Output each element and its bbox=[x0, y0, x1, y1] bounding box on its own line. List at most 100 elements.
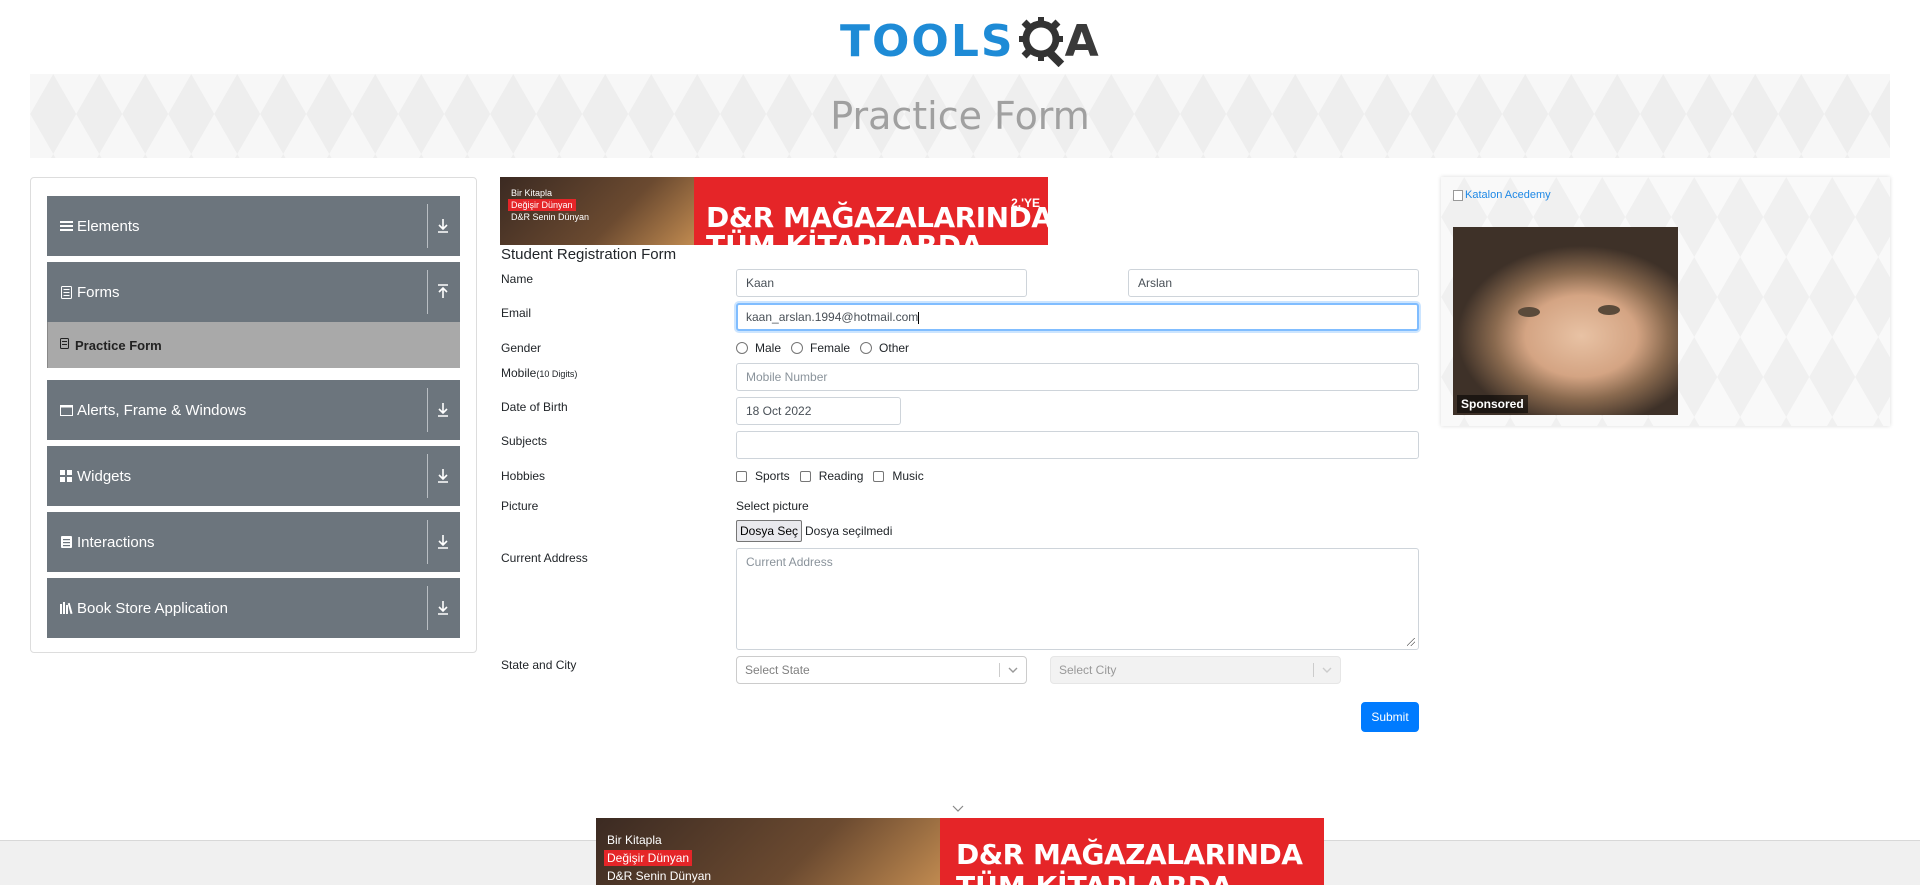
current-address-textarea[interactable]: Current Address bbox=[736, 548, 1419, 650]
email-value: kaan_arslan.1994@hotmail.com bbox=[746, 310, 919, 324]
radio-button[interactable] bbox=[791, 342, 804, 354]
radio-label: Female bbox=[810, 341, 851, 355]
portrait-eye bbox=[1598, 305, 1620, 315]
hobby-sports-option[interactable]: Sports bbox=[736, 469, 790, 483]
katalon-link-text: Katalon Acedemy bbox=[1465, 189, 1551, 201]
broken-image-icon bbox=[1453, 189, 1463, 201]
katalon-academy-link[interactable]: Katalon Acedemy bbox=[1453, 189, 1551, 201]
state-select[interactable]: Select State bbox=[736, 656, 1027, 684]
divider bbox=[427, 454, 428, 498]
hobby-music-option[interactable]: Music bbox=[873, 469, 924, 483]
hobby-reading-option[interactable]: Reading bbox=[799, 469, 864, 483]
logo-text-tools: TOOLS bbox=[840, 15, 1015, 67]
picture-label: Picture bbox=[501, 499, 539, 513]
email-label: Email bbox=[501, 306, 532, 320]
ad-headline-panel: D&R MAĞAZALARINDA TÜM KİTAPLARDA 2.'YE bbox=[694, 177, 1048, 245]
email-input[interactable]: kaan_arslan.1994@hotmail.com bbox=[736, 303, 1419, 331]
mobile-input[interactable]: Mobile Number bbox=[736, 363, 1419, 391]
grid-icon bbox=[59, 469, 73, 483]
resize-handle-icon[interactable] bbox=[1407, 638, 1415, 646]
radio-button[interactable] bbox=[736, 342, 748, 354]
ad-headline: D&R MAĞAZALARINDA bbox=[956, 838, 1303, 871]
gender-female-option[interactable]: Female bbox=[791, 341, 850, 355]
ad-badge: 2.'YE bbox=[1011, 196, 1040, 210]
sidebar-group-label: Interactions bbox=[77, 533, 155, 551]
right-sponsored-card: Katalon Acedemy Sponsored bbox=[1441, 177, 1890, 426]
name-label: Name bbox=[501, 272, 534, 286]
portrait-eye bbox=[1518, 307, 1540, 317]
sidebar-group-label: Elements bbox=[77, 217, 140, 235]
list-icon bbox=[59, 535, 73, 549]
window-icon bbox=[59, 403, 73, 417]
chevron-down-icon bbox=[1322, 667, 1332, 673]
chevron-down-icon[interactable] bbox=[952, 805, 964, 813]
sidebar-group-widgets[interactable]: Widgets bbox=[47, 446, 460, 506]
hobbies-checkbox-group: Sports Reading Music bbox=[736, 469, 934, 483]
bottom-ad-banner[interactable]: Bir Kitapla Değişir Dünyan D&R Senin Dün… bbox=[596, 818, 1324, 885]
textarea-placeholder: Current Address bbox=[746, 555, 833, 569]
sidebar-group-label: Widgets bbox=[77, 467, 132, 485]
sidebar-group-alerts-frame-windows[interactable]: Alerts, Frame & Windows bbox=[47, 380, 460, 440]
sidebar-group-label: Forms bbox=[77, 283, 120, 301]
hamburger-icon bbox=[59, 219, 73, 233]
expand-arrow-icon[interactable] bbox=[434, 216, 452, 236]
ad-tag: Bir Kitapla bbox=[607, 833, 662, 847]
subjects-input[interactable] bbox=[736, 431, 1419, 459]
logo-text-a: A bbox=[1064, 15, 1099, 67]
ad-tag: Değişir Dünyan bbox=[604, 850, 693, 866]
sidebar-group-elements[interactable]: Elements bbox=[47, 196, 460, 256]
city-placeholder: Select City bbox=[1059, 663, 1117, 677]
sidebar-group-forms[interactable]: Forms bbox=[47, 262, 460, 322]
divider bbox=[427, 586, 428, 630]
ad-image-reader: Bir Kitapla Değişir Dünyan D&R Senin Dün… bbox=[500, 177, 694, 245]
last-name-input[interactable]: Arslan bbox=[1128, 269, 1419, 297]
current-address-label: Current Address bbox=[501, 551, 588, 565]
submit-button[interactable]: Submit bbox=[1361, 702, 1419, 732]
select-divider bbox=[999, 663, 1000, 677]
sidebar-group-label: Book Store Application bbox=[77, 599, 228, 617]
sidebar-item-practice-form[interactable]: Practice Form bbox=[47, 322, 460, 368]
divider bbox=[427, 388, 428, 432]
checkbox-label: Sports bbox=[755, 469, 790, 483]
sidebar-group-interactions[interactable]: Interactions bbox=[47, 512, 460, 572]
divider bbox=[427, 520, 428, 564]
state-city-label: State and City bbox=[501, 658, 577, 672]
gear-magnifier-icon bbox=[1018, 17, 1064, 67]
checkbox[interactable] bbox=[736, 470, 747, 482]
mobile-label: Mobile(10 Digits) bbox=[501, 366, 577, 380]
expand-arrow-icon[interactable] bbox=[434, 598, 452, 618]
toolsqa-logo[interactable]: TOOLS A bbox=[840, 12, 1099, 70]
dob-label: Date of Birth bbox=[501, 400, 568, 414]
gender-male-option[interactable]: Male bbox=[736, 341, 781, 355]
top-ad-banner[interactable]: Bir Kitapla Değişir Dünyan D&R Senin Dün… bbox=[500, 177, 1048, 245]
sidebar-group-book-store[interactable]: Book Store Application bbox=[47, 578, 460, 638]
first-name-input[interactable]: Kaan bbox=[736, 269, 1027, 297]
document-icon bbox=[59, 285, 73, 299]
expand-arrow-icon[interactable] bbox=[434, 400, 452, 420]
radio-button[interactable] bbox=[860, 342, 873, 354]
radio-label: Other bbox=[879, 341, 910, 355]
gender-label: Gender bbox=[501, 341, 542, 355]
gender-radio-group: Male Female Other bbox=[736, 341, 919, 355]
gender-other-option[interactable]: Other bbox=[860, 341, 909, 355]
city-select[interactable]: Select City bbox=[1050, 656, 1341, 684]
expand-arrow-icon[interactable] bbox=[434, 466, 452, 486]
sidebar-group-label: Alerts, Frame & Windows bbox=[77, 401, 247, 419]
document-icon bbox=[60, 338, 69, 352]
expand-arrow-icon[interactable] bbox=[434, 532, 452, 552]
ad-tag: Değişir Dünyan bbox=[508, 199, 576, 211]
checkbox[interactable] bbox=[873, 470, 885, 482]
ad-headline-panel: D&R MAĞAZALARINDA TÜM KİTAPLARDA bbox=[940, 818, 1324, 885]
date-of-birth-input[interactable]: 18 Oct 2022 bbox=[736, 397, 901, 425]
checkbox-label: Music bbox=[892, 469, 924, 483]
page-title-banner: Practice Form bbox=[30, 74, 1890, 158]
books-icon bbox=[59, 601, 73, 615]
choose-file-button[interactable]: Dosya Seç bbox=[736, 520, 802, 542]
checkbox-label: Reading bbox=[818, 469, 864, 483]
text-cursor bbox=[918, 311, 920, 324]
form-title: Student Registration Form bbox=[501, 246, 677, 263]
divider bbox=[427, 204, 428, 248]
checkbox[interactable] bbox=[799, 470, 811, 482]
sponsored-portrait-image[interactable]: Sponsored bbox=[1453, 227, 1678, 415]
collapse-arrow-icon[interactable] bbox=[434, 282, 452, 302]
